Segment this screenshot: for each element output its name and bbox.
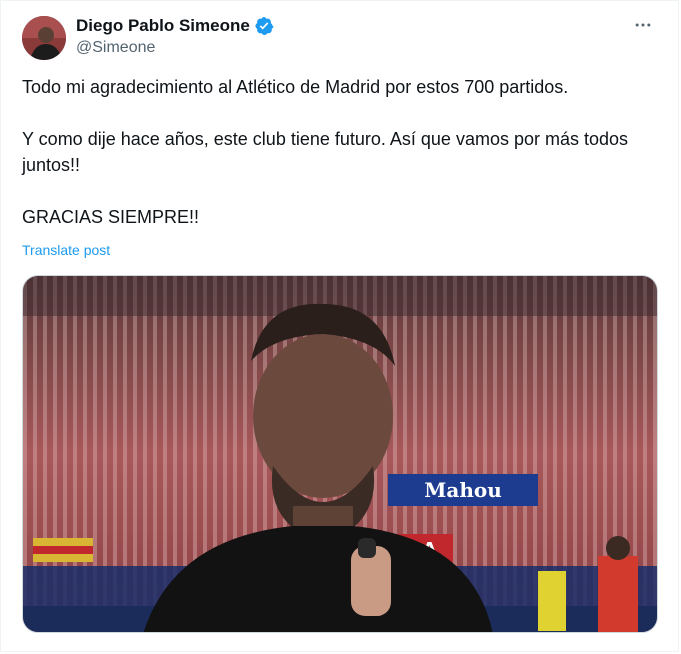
display-name[interactable]: Diego Pablo Simeone [76,16,250,36]
banner-text: Mahou [424,478,502,502]
post-media-image[interactable]: Mahou ORRA [22,275,658,633]
author-header: Diego Pablo Simeone @Simeone [76,15,274,57]
verified-badge-icon[interactable] [254,16,274,36]
user-handle[interactable]: @Simeone [76,39,274,57]
translate-post-link[interactable]: Translate post [22,242,110,258]
name-row: Diego Pablo Simeone [76,15,274,37]
more-options-icon[interactable] [632,14,654,36]
post-text: Todo mi agradecimiento al Atlético de Ma… [22,74,662,230]
avatar[interactable] [22,16,66,60]
tweet-card: Diego Pablo Simeone @Simeone Todo mi agr… [0,0,679,652]
post-paragraph-3: GRACIAS SIEMPRE!! [22,207,200,227]
post-paragraph-2: Y como dije hace años, este club tiene f… [22,129,629,175]
post-paragraph-1: Todo mi agradecimiento al Atlético de Ma… [22,77,569,97]
